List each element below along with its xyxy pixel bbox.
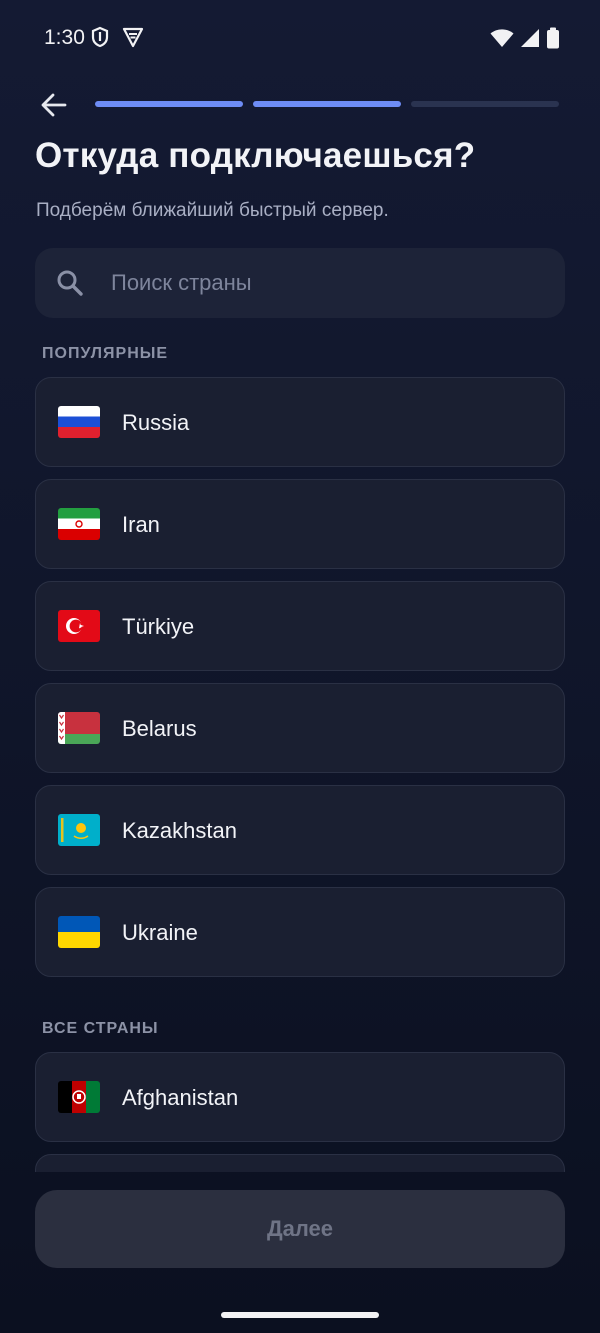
flag-belarus-icon — [58, 712, 100, 744]
section-label-popular: ПОПУЛЯРНЫЕ — [42, 345, 169, 362]
country-item-partial[interactable] — [35, 1154, 565, 1172]
country-name: Türkiye — [122, 614, 195, 639]
flag-kazakhstan-icon — [58, 814, 100, 846]
country-item-iran[interactable]: Iran — [35, 479, 565, 569]
country-item-ukraine[interactable]: Ukraine — [35, 887, 565, 977]
flag-afghanistan-icon — [58, 1081, 100, 1113]
country-item-belarus[interactable]: Belarus — [35, 683, 565, 773]
country-name: Russia — [122, 410, 190, 435]
country-item-russia[interactable]: Russia — [35, 377, 565, 467]
country-name: Ukraine — [122, 920, 198, 945]
country-name: Afghanistan — [122, 1085, 239, 1110]
country-item-turkiye[interactable]: Türkiye — [35, 581, 565, 671]
home-indicator[interactable] — [221, 1312, 379, 1318]
country-item-afghanistan[interactable]: Afghanistan — [35, 1052, 565, 1142]
flag-ukraine-icon — [58, 916, 100, 948]
flag-iran-icon — [58, 508, 100, 540]
section-label-all: ВСЕ СТРАНЫ — [42, 1020, 159, 1037]
country-name: Iran — [122, 512, 160, 537]
country-name: Kazakhstan — [122, 818, 237, 843]
country-list[interactable]: ПОПУЛЯРНЫЕ Russia Iran Türkiye Belarus K… — [0, 0, 600, 1172]
country-name: Belarus — [122, 716, 197, 741]
flag-turkiye-icon — [58, 610, 100, 642]
next-button[interactable]: Далее — [35, 1190, 565, 1268]
country-item-kazakhstan[interactable]: Kazakhstan — [35, 785, 565, 875]
flag-russia-icon — [58, 406, 100, 438]
